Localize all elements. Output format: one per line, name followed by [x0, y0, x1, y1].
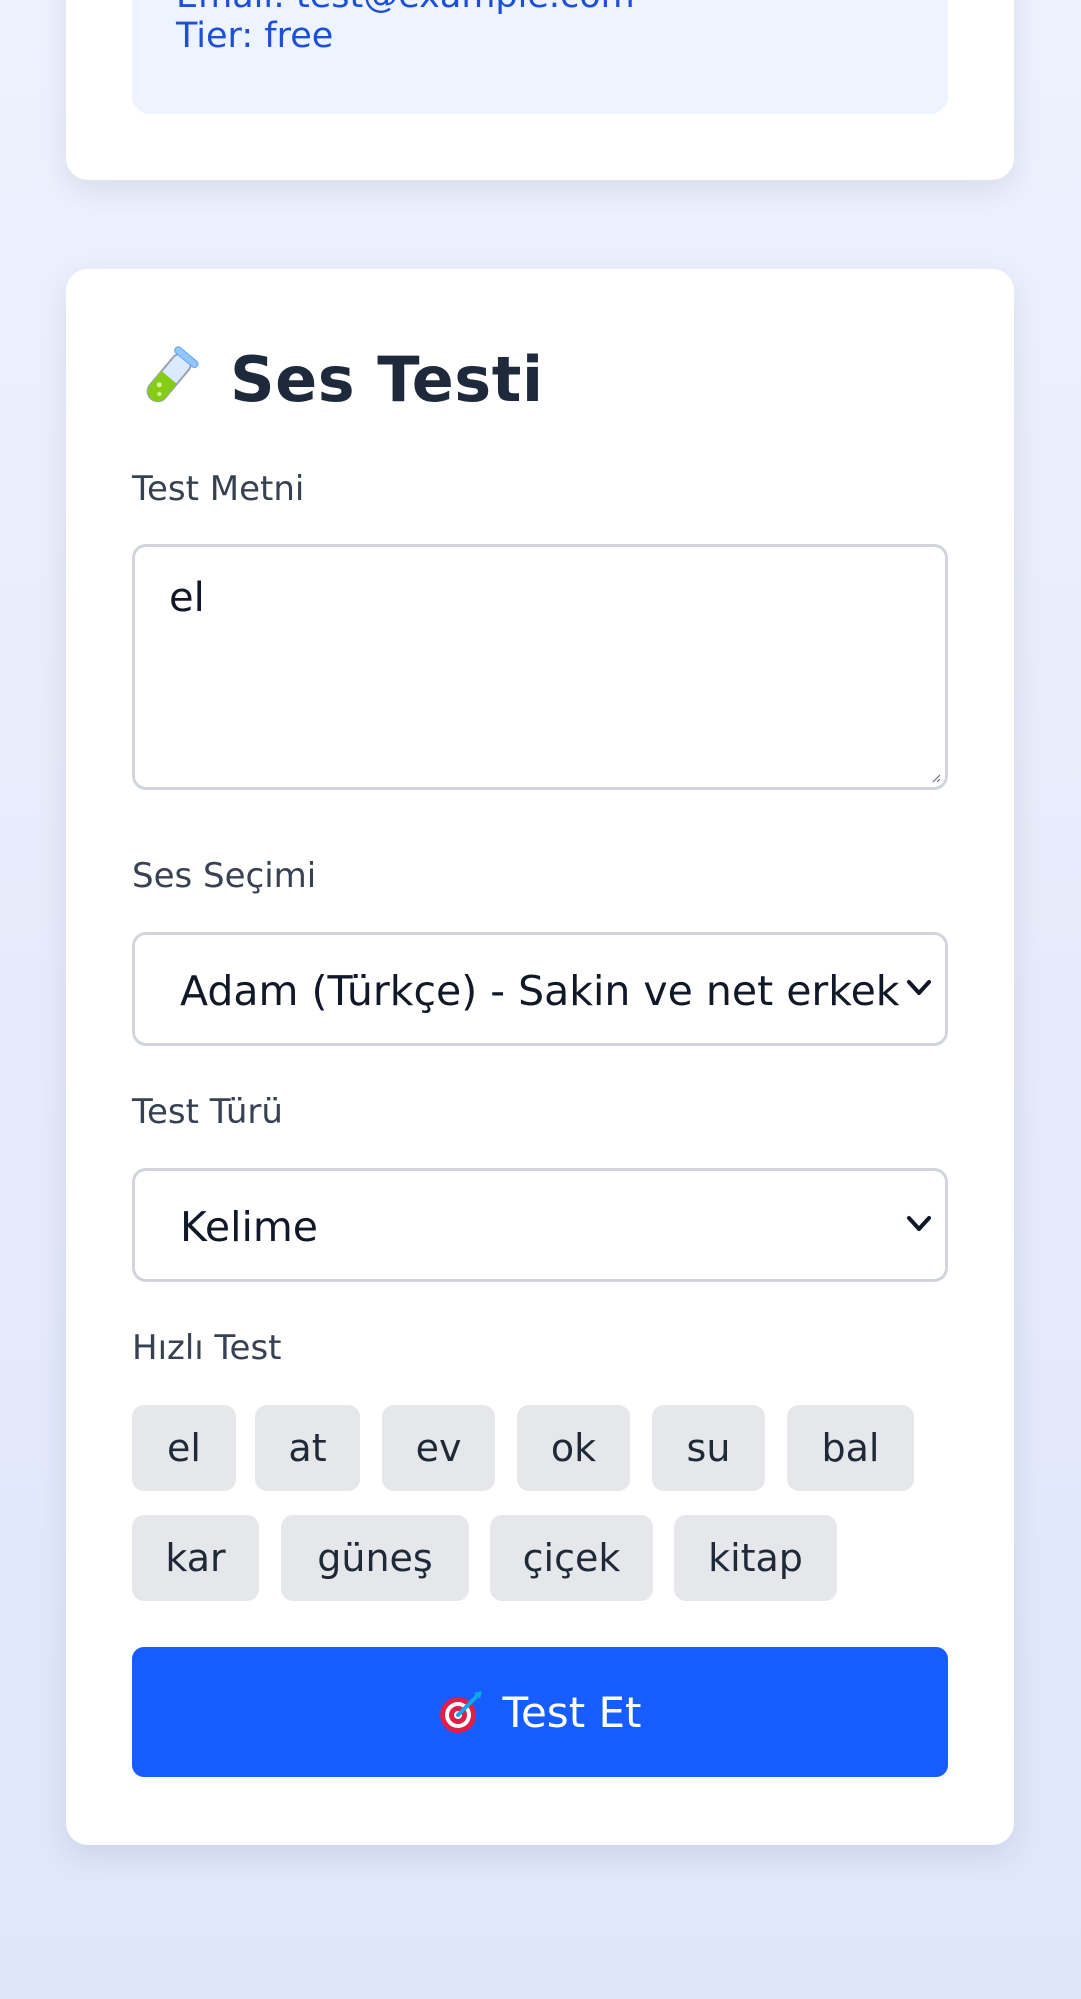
section-header: Ses Testi: [132, 339, 544, 419]
account-email: Email: test@example.com: [176, 0, 635, 16]
account-tier: Tier: free: [176, 16, 334, 56]
test-et-button[interactable]: Test Et: [132, 1647, 948, 1777]
test-text-input[interactable]: el: [132, 544, 948, 790]
test-type-label: Test Türü: [132, 1092, 283, 1132]
quick-word-chip[interactable]: kitap: [674, 1515, 837, 1601]
account-info-box: Email: test@example.com Tier: free: [132, 0, 948, 114]
test-tube-icon: [132, 343, 204, 415]
quick-word-chip[interactable]: güneş: [281, 1515, 469, 1601]
quick-word-chip[interactable]: çiçek: [490, 1515, 653, 1601]
quick-word-chip[interactable]: su: [652, 1405, 765, 1491]
section-title: Ses Testi: [230, 342, 544, 416]
account-card: Email: test@example.com Tier: free: [66, 0, 1014, 180]
voice-test-card: Ses Testi Test Metni el Ses Seçimi Adam …: [66, 269, 1014, 1845]
chevron-down-icon: [907, 980, 931, 995]
quick-word-chip[interactable]: kar: [132, 1515, 259, 1601]
quick-word-chip[interactable]: el: [132, 1405, 236, 1491]
quick-word-chip[interactable]: at: [255, 1405, 360, 1491]
target-icon: [438, 1689, 484, 1735]
test-text-value: el: [169, 575, 205, 621]
chevron-down-icon: [907, 1216, 931, 1231]
voice-select[interactable]: Adam (Türkçe) - Sakin ve net erkek: [132, 932, 948, 1046]
test-text-label: Test Metni: [132, 469, 305, 509]
test-type-select[interactable]: Kelime: [132, 1168, 948, 1282]
voice-select-label: Ses Seçimi: [132, 856, 317, 896]
resize-handle-icon[interactable]: [931, 773, 941, 783]
quick-word-chip[interactable]: ok: [517, 1405, 630, 1491]
quick-word-chip[interactable]: ev: [382, 1405, 495, 1491]
voice-select-value: Adam (Türkçe) - Sakin ve net erkek: [180, 967, 900, 1015]
test-type-value: Kelime: [180, 1203, 319, 1251]
quick-test-label: Hızlı Test: [132, 1328, 282, 1368]
test-et-button-label: Test Et: [502, 1687, 642, 1737]
quick-word-chip[interactable]: bal: [787, 1405, 914, 1491]
